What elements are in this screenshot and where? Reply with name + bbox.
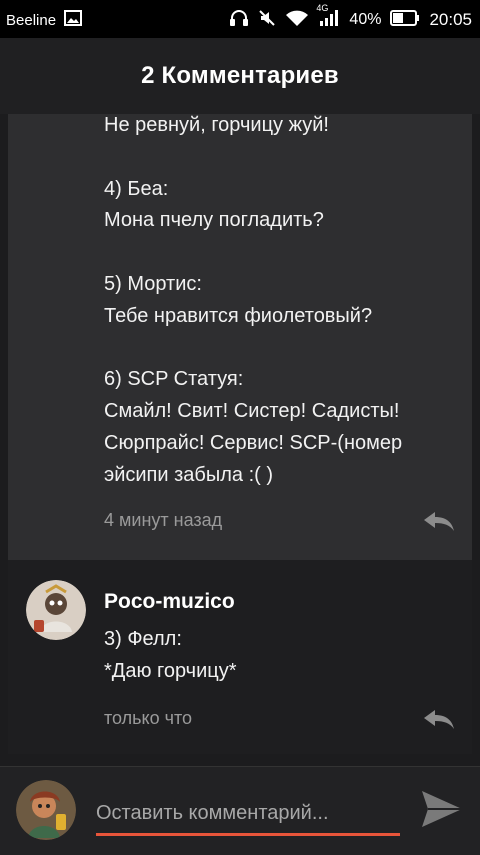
comment-timestamp: 4 минут назад xyxy=(104,510,223,530)
comment-input[interactable] xyxy=(96,793,400,836)
comment-text: 3) Фелл: *Даю горчицу* xyxy=(104,628,237,682)
avatar[interactable] xyxy=(26,580,86,640)
reply-icon[interactable] xyxy=(422,510,456,537)
app-header: 2 Комментариев xyxy=(0,38,480,114)
battery-icon xyxy=(390,9,420,31)
mute-icon xyxy=(258,9,276,31)
carrier-label: Beeline xyxy=(6,11,57,29)
gallery-icon xyxy=(64,10,83,30)
comment-author[interactable]: Poco-muzico xyxy=(104,590,235,614)
comment-text: Не ревнуй, горчицу жуй! 4) Беа: Мона пче… xyxy=(104,114,403,486)
network-type-label: 4G xyxy=(316,3,329,13)
comments-list[interactable]: Не ревнуй, горчицу жуй! 4) Беа: Мона пче… xyxy=(0,114,480,766)
page-title: 2 Комментариев xyxy=(141,62,339,89)
comment-card[interactable]: Не ревнуй, горчицу жуй! 4) Беа: Мона пче… xyxy=(8,114,472,560)
current-user-avatar[interactable] xyxy=(16,780,76,840)
send-icon[interactable] xyxy=(420,789,464,834)
clock: 20:05 xyxy=(429,10,472,29)
battery-percent: 40% xyxy=(349,11,382,28)
comment-timestamp: только что xyxy=(104,708,193,728)
headphones-icon xyxy=(229,9,249,31)
comment-card[interactable]: Poco-muzico 3) Фелл: *Даю горчицу* тольк… xyxy=(8,560,472,754)
status-bar: Beeline 4G 40% 20:05 xyxy=(0,0,480,38)
comment-input-bar xyxy=(0,766,480,855)
cell-signal-icon: 4G xyxy=(316,3,340,31)
reply-icon[interactable] xyxy=(422,708,456,735)
wifi-icon xyxy=(285,9,309,31)
